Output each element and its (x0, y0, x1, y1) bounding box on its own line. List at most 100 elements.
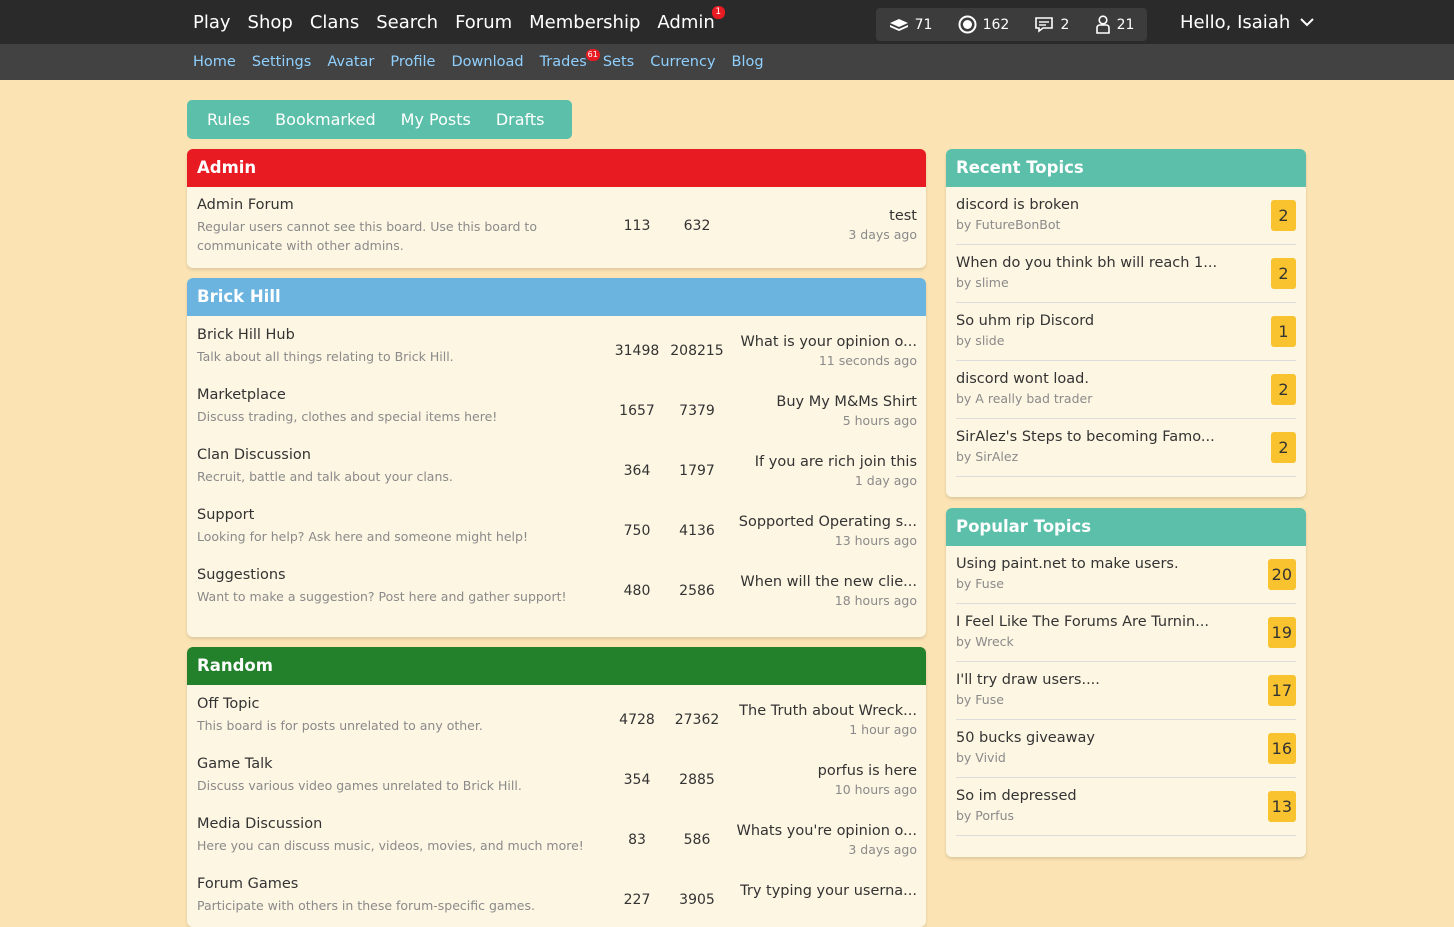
reply-count-badge: 2 (1271, 374, 1296, 405)
popular-topic-item[interactable]: So im depressed by Porfus 13 (956, 778, 1296, 836)
popular-topic-item[interactable]: I Feel Like The Forums Are Turnin... by … (956, 604, 1296, 662)
reply-count-badge: 17 (1267, 675, 1296, 706)
last-post-title: Whats you're opinion o... (736, 823, 918, 839)
trades-notification-badge: 61 (585, 49, 600, 61)
nav-play[interactable]: Play (193, 12, 231, 33)
board-row[interactable]: Support Looking for help? Ask here and s… (187, 497, 926, 557)
messages-stat[interactable]: 2 (1034, 16, 1069, 33)
board-row[interactable]: Clan Discussion Recruit, battle and talk… (187, 437, 926, 497)
board-name[interactable]: Marketplace (197, 387, 286, 403)
board-post-count: 632 (683, 218, 711, 234)
board-row[interactable]: Off Topic This board is for posts unrela… (187, 686, 926, 746)
board-description: This board is for posts unrelated to any… (197, 718, 483, 733)
subnav-trades[interactable]: Trades 61 (540, 49, 600, 70)
nav-membership[interactable]: Membership (529, 12, 640, 33)
board-last-post[interactable]: What is your opinion o... 11 seconds ago (740, 334, 917, 368)
subnav-avatar[interactable]: Avatar (327, 54, 374, 70)
popular-topic-item[interactable]: Using paint.net to make users. by Fuse 2… (956, 546, 1296, 604)
bucks-icon (889, 18, 908, 31)
friends-stat[interactable]: 21 (1095, 15, 1134, 34)
subnav-profile[interactable]: Profile (390, 54, 435, 70)
nav-forum[interactable]: Forum (455, 12, 512, 33)
subnav-currency[interactable]: Currency (650, 54, 715, 70)
board-row[interactable]: Forum Games Participate with others in t… (187, 866, 926, 926)
nav-clans[interactable]: Clans (310, 12, 359, 33)
board-row[interactable]: Media Discussion Here you can discuss mu… (187, 806, 926, 866)
tab-my-posts[interactable]: My Posts (401, 110, 471, 129)
bucks-stat[interactable]: 71 (889, 17, 932, 33)
board-last-post[interactable]: Try typing your userna... (740, 883, 917, 902)
board-name[interactable]: Forum Games (197, 876, 298, 892)
board-name[interactable]: Admin Forum (197, 197, 294, 213)
recent-topic-item[interactable]: discord is broken by FutureBonBot 2 (956, 187, 1296, 245)
board-post-count: 27362 (674, 712, 720, 728)
last-post-title: Sopported Operating s... (738, 514, 917, 530)
reply-count-badge: 1 (1271, 316, 1296, 347)
top-navbar: Play Shop Clans Search Forum Membership … (0, 0, 1454, 44)
recent-topics-panel: Recent Topics discord is broken by Futur… (946, 149, 1306, 497)
subnav-home[interactable]: Home (193, 54, 236, 70)
board-last-post[interactable]: Whats you're opinion o... 3 days ago (737, 823, 918, 857)
board-row[interactable]: Admin Forum Regular users cannot see thi… (187, 187, 926, 268)
board-description: Here you can discuss music, videos, movi… (197, 838, 584, 853)
messages-count: 2 (1060, 16, 1070, 33)
topic-title: discord wont load. (956, 371, 1089, 387)
reply-count-badge: 2 (1271, 432, 1296, 463)
topic-title: I'll try draw users.... (956, 672, 1100, 688)
subnav-sets[interactable]: Sets (603, 54, 634, 70)
board-last-post[interactable]: test 3 days ago (848, 208, 917, 242)
popular-topics-panel: Popular Topics Using paint.net to make u… (946, 508, 1306, 857)
user-menu[interactable]: Hello, Isaiah (1180, 0, 1314, 44)
nav-search[interactable]: Search (376, 12, 438, 33)
topic-title: So uhm rip Discord (956, 313, 1095, 329)
board-name[interactable]: Game Talk (197, 756, 273, 772)
board-description: Discuss trading, clothes and special ite… (197, 409, 498, 424)
last-post-title: What is your opinion o... (740, 334, 917, 350)
topic-author: by Fuse (956, 576, 1004, 591)
board-last-post[interactable]: The Truth about Wreck... 1 hour ago (739, 703, 917, 737)
last-post-time: 3 days ago (848, 227, 917, 242)
board-last-post[interactable]: Sopported Operating s... 13 hours ago (739, 514, 917, 548)
reply-count-badge: 20 (1267, 559, 1296, 590)
recent-topic-item[interactable]: discord wont load. by A really bad trade… (956, 361, 1296, 419)
last-post-time: 1 hour ago (849, 722, 917, 737)
board-row[interactable]: Marketplace Discuss trading, clothes and… (187, 377, 926, 437)
tab-bookmarked[interactable]: Bookmarked (275, 110, 375, 129)
board-description: Discuss various video games unrelated to… (197, 778, 522, 793)
recent-topic-item[interactable]: SirAlez's Steps to becoming Famo... by S… (956, 419, 1296, 477)
board-name[interactable]: Suggestions (197, 567, 286, 583)
board-name[interactable]: Brick Hill Hub (197, 327, 295, 343)
topic-title: I Feel Like The Forums Are Turnin... (956, 614, 1210, 630)
board-post-count: 4136 (679, 523, 715, 539)
subnav-download[interactable]: Download (451, 54, 523, 70)
topic-author: by SirAlez (956, 449, 1019, 464)
board-row[interactable]: Game Talk Discuss various video games un… (187, 746, 926, 806)
topic-author: by A really bad trader (956, 391, 1093, 406)
recent-topic-item[interactable]: So uhm rip Discord by slide 1 (956, 303, 1296, 361)
recent-topics-title: Recent Topics (946, 149, 1306, 187)
board-name[interactable]: Off Topic (197, 696, 259, 712)
tab-rules[interactable]: Rules (207, 110, 250, 129)
tab-drafts[interactable]: Drafts (496, 110, 545, 129)
nav-admin[interactable]: Admin 1 (657, 5, 725, 33)
board-last-post[interactable]: porfus is here 10 hours ago (818, 763, 917, 797)
bits-stat[interactable]: 162 (958, 15, 1009, 34)
board-name[interactable]: Support (197, 507, 254, 523)
nav-shop[interactable]: Shop (248, 12, 293, 33)
board-description: Regular users cannot see this board. Use… (197, 219, 537, 253)
recent-topic-item[interactable]: When do you think bh will reach 1... by … (956, 245, 1296, 303)
board-last-post[interactable]: Buy My M&Ms Shirt 5 hours ago (776, 394, 917, 428)
board-row[interactable]: Brick Hill Hub Talk about all things rel… (187, 317, 926, 377)
topic-author: by slide (956, 333, 1005, 348)
subnav-settings[interactable]: Settings (252, 54, 311, 70)
board-name[interactable]: Clan Discussion (197, 447, 311, 463)
last-post-time: 10 hours ago (834, 782, 917, 797)
popular-topic-item[interactable]: 50 bucks giveaway by Vivid 16 (956, 720, 1296, 778)
board-last-post[interactable]: When will the new clie... 18 hours ago (740, 574, 917, 608)
last-post-title: test (889, 208, 917, 224)
board-name[interactable]: Media Discussion (197, 816, 322, 832)
subnav-blog[interactable]: Blog (732, 54, 764, 70)
board-last-post[interactable]: If you are rich join this 1 day ago (755, 454, 917, 488)
popular-topic-item[interactable]: I'll try draw users.... by Fuse 17 (956, 662, 1296, 720)
board-row[interactable]: Suggestions Want to make a suggestion? P… (187, 557, 926, 617)
